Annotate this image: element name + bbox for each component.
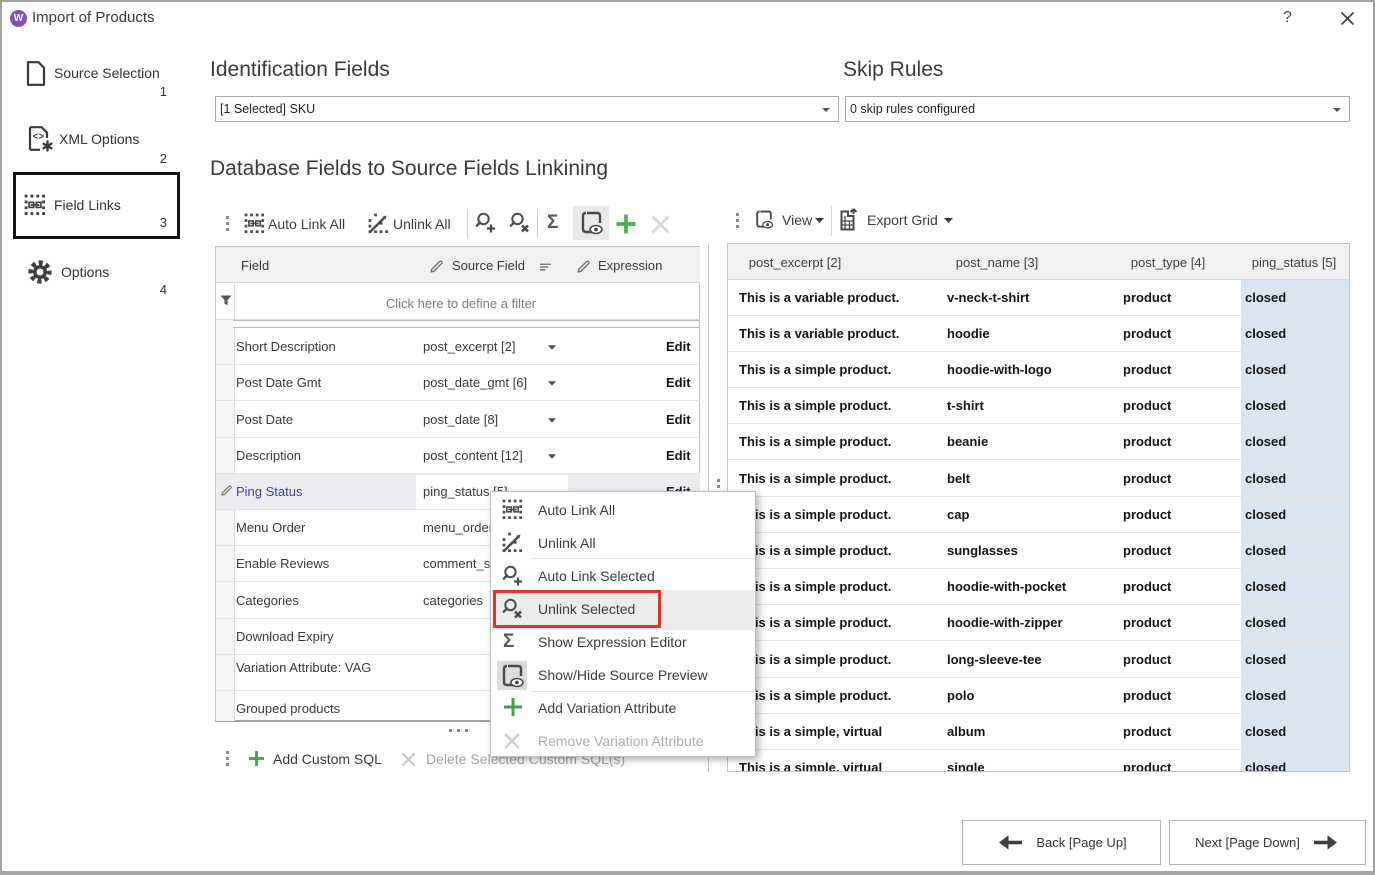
svg-text:<>: <> [33,132,45,143]
